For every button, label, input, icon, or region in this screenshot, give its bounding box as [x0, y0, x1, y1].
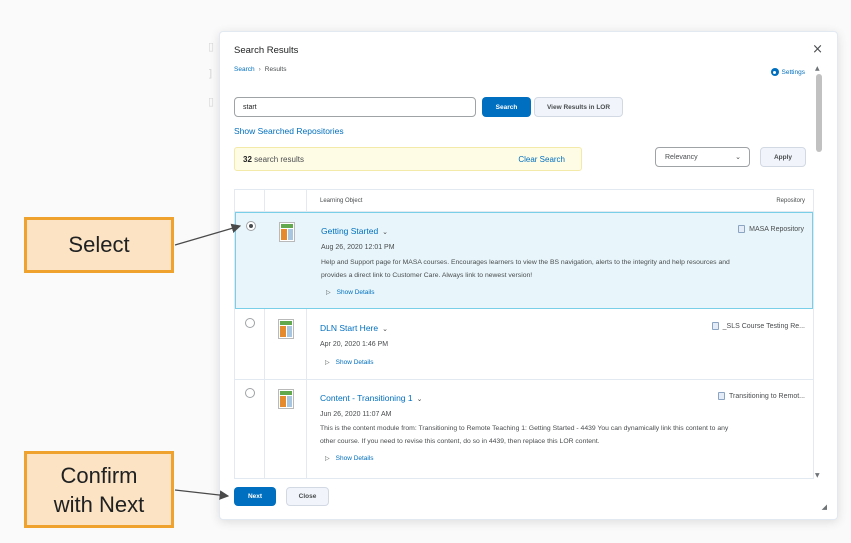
table-header: Learning Object Repository: [235, 190, 813, 212]
table-row[interactable]: Getting Started ⌄ Aug 26, 2020 12:01 PM H…: [235, 212, 813, 309]
sort-select[interactable]: Relevancy ⌄: [655, 147, 750, 167]
repository-icon: [718, 392, 725, 400]
repository-name: Transitioning to Remot...: [729, 392, 805, 400]
breadcrumb-current: Results: [264, 66, 287, 73]
repository-cell: Transitioning to Remot...: [718, 392, 805, 400]
results-table: Learning Object Repository Getting Start…: [234, 189, 814, 479]
chevron-down-icon: ⌄: [735, 153, 741, 161]
callout-confirm-line2: with Next: [53, 491, 145, 517]
apply-button[interactable]: Apply: [760, 147, 806, 167]
callout-confirm-next: Confirm with Next: [24, 451, 174, 528]
repository-name: _SLS Course Testing Re...: [722, 322, 805, 330]
callout-confirm-line1: Confirm: [60, 462, 138, 488]
background-glyph: ▯: [208, 40, 215, 53]
search-results-dialog: Search Results × Search › Results Settings…: [219, 31, 838, 520]
triangle-right-icon: ▷: [325, 455, 330, 462]
resize-handle-icon[interactable]: ◢: [822, 503, 827, 511]
learning-object-title-text: Getting Started: [321, 226, 379, 236]
callout-select-text: Select: [68, 232, 130, 257]
row-radio[interactable]: [246, 221, 256, 231]
chevron-down-icon[interactable]: ⌄: [382, 325, 388, 333]
chevron-down-icon[interactable]: ⌄: [382, 228, 388, 236]
results-count-suffix: search results: [254, 155, 304, 164]
learning-object-thumbnail: [279, 222, 295, 242]
show-searched-repositories-link[interactable]: Show Searched Repositories: [234, 126, 344, 136]
gear-icon: [770, 68, 779, 76]
table-row[interactable]: Content - Transitioning 1 ⌄ Jun 26, 2020 …: [235, 380, 813, 478]
repository-cell: _SLS Course Testing Re...: [711, 322, 805, 330]
learning-object-date: Aug 26, 2020 12:01 PM: [321, 244, 395, 251]
results-count: 32 search results: [243, 155, 304, 164]
repository-cell: MASA Repository: [738, 225, 804, 233]
repository-name: MASA Repository: [749, 225, 804, 233]
settings-link[interactable]: Settings: [770, 68, 806, 76]
learning-object-title[interactable]: Content - Transitioning 1 ⌄: [320, 393, 422, 403]
results-count-number: 32: [243, 155, 252, 164]
background-glyph: ▯: [208, 95, 215, 108]
triangle-right-icon: ▷: [325, 359, 330, 366]
show-details-label: Show Details: [335, 359, 374, 366]
scroll-down-icon[interactable]: ▼: [815, 472, 820, 479]
learning-object-thumbnail: [278, 389, 294, 409]
row-radio[interactable]: [245, 318, 255, 328]
page: ▯ ] ▯ Search Results × Search › Results Se…: [0, 0, 851, 543]
settings-label: Settings: [781, 68, 806, 76]
learning-object-date: Apr 20, 2020 1:46 PM: [320, 341, 389, 348]
search-button[interactable]: Search: [482, 97, 531, 117]
header-learning-object: Learning Object: [320, 198, 363, 204]
view-results-in-lor-button[interactable]: View Results in LOR: [534, 97, 623, 117]
header-repository: Repository: [776, 198, 805, 204]
background-glyph: ]: [208, 67, 213, 80]
show-details-toggle[interactable]: ▷ Show Details: [326, 289, 375, 296]
show-details-label: Show Details: [336, 289, 375, 296]
breadcrumb: Search › Results: [234, 66, 286, 73]
breadcrumb-search-link[interactable]: Search: [234, 66, 255, 73]
close-button[interactable]: Close: [286, 487, 329, 506]
close-icon[interactable]: ×: [812, 43, 823, 56]
learning-object-thumbnail: [278, 319, 294, 339]
callout-select: Select: [24, 217, 174, 273]
breadcrumb-separator: ›: [258, 66, 261, 73]
triangle-right-icon: ▷: [326, 289, 331, 296]
learning-object-description: Help and Support page for MASA courses. …: [321, 259, 730, 279]
clear-search-link[interactable]: Clear Search: [518, 155, 565, 164]
learning-object-title[interactable]: DLN Start Here ⌄: [320, 323, 388, 333]
show-details-toggle[interactable]: ▷ Show Details: [325, 455, 374, 462]
learning-object-title[interactable]: Getting Started ⌄: [321, 226, 388, 236]
repository-icon: [711, 322, 719, 330]
scroll-up-icon[interactable]: ▲: [815, 65, 820, 72]
learning-object-date: Jun 26, 2020 11:07 AM: [320, 411, 392, 418]
scrollbar-thumb[interactable]: [816, 74, 822, 152]
show-details-toggle[interactable]: ▷ Show Details: [325, 359, 374, 366]
dialog-title: Search Results: [234, 45, 299, 56]
sort-select-value: Relevancy: [665, 153, 698, 161]
learning-object-title-text: DLN Start Here: [320, 323, 379, 333]
chevron-down-icon[interactable]: ⌄: [417, 395, 423, 403]
learning-object-description: This is the content module from: Transit…: [320, 425, 729, 445]
repository-icon: [738, 225, 746, 233]
show-details-label: Show Details: [335, 455, 374, 462]
results-summary-bar: 32 search results Clear Search: [234, 147, 582, 171]
table-row[interactable]: DLN Start Here ⌄ Apr 20, 2020 1:46 PM ▷ Sh…: [235, 310, 813, 380]
next-button[interactable]: Next: [234, 487, 276, 506]
row-radio[interactable]: [245, 388, 255, 398]
scrollbar[interactable]: ▲ ▼: [814, 65, 824, 479]
learning-object-title-text: Content - Transitioning 1: [320, 393, 413, 403]
search-input[interactable]: [234, 97, 476, 117]
